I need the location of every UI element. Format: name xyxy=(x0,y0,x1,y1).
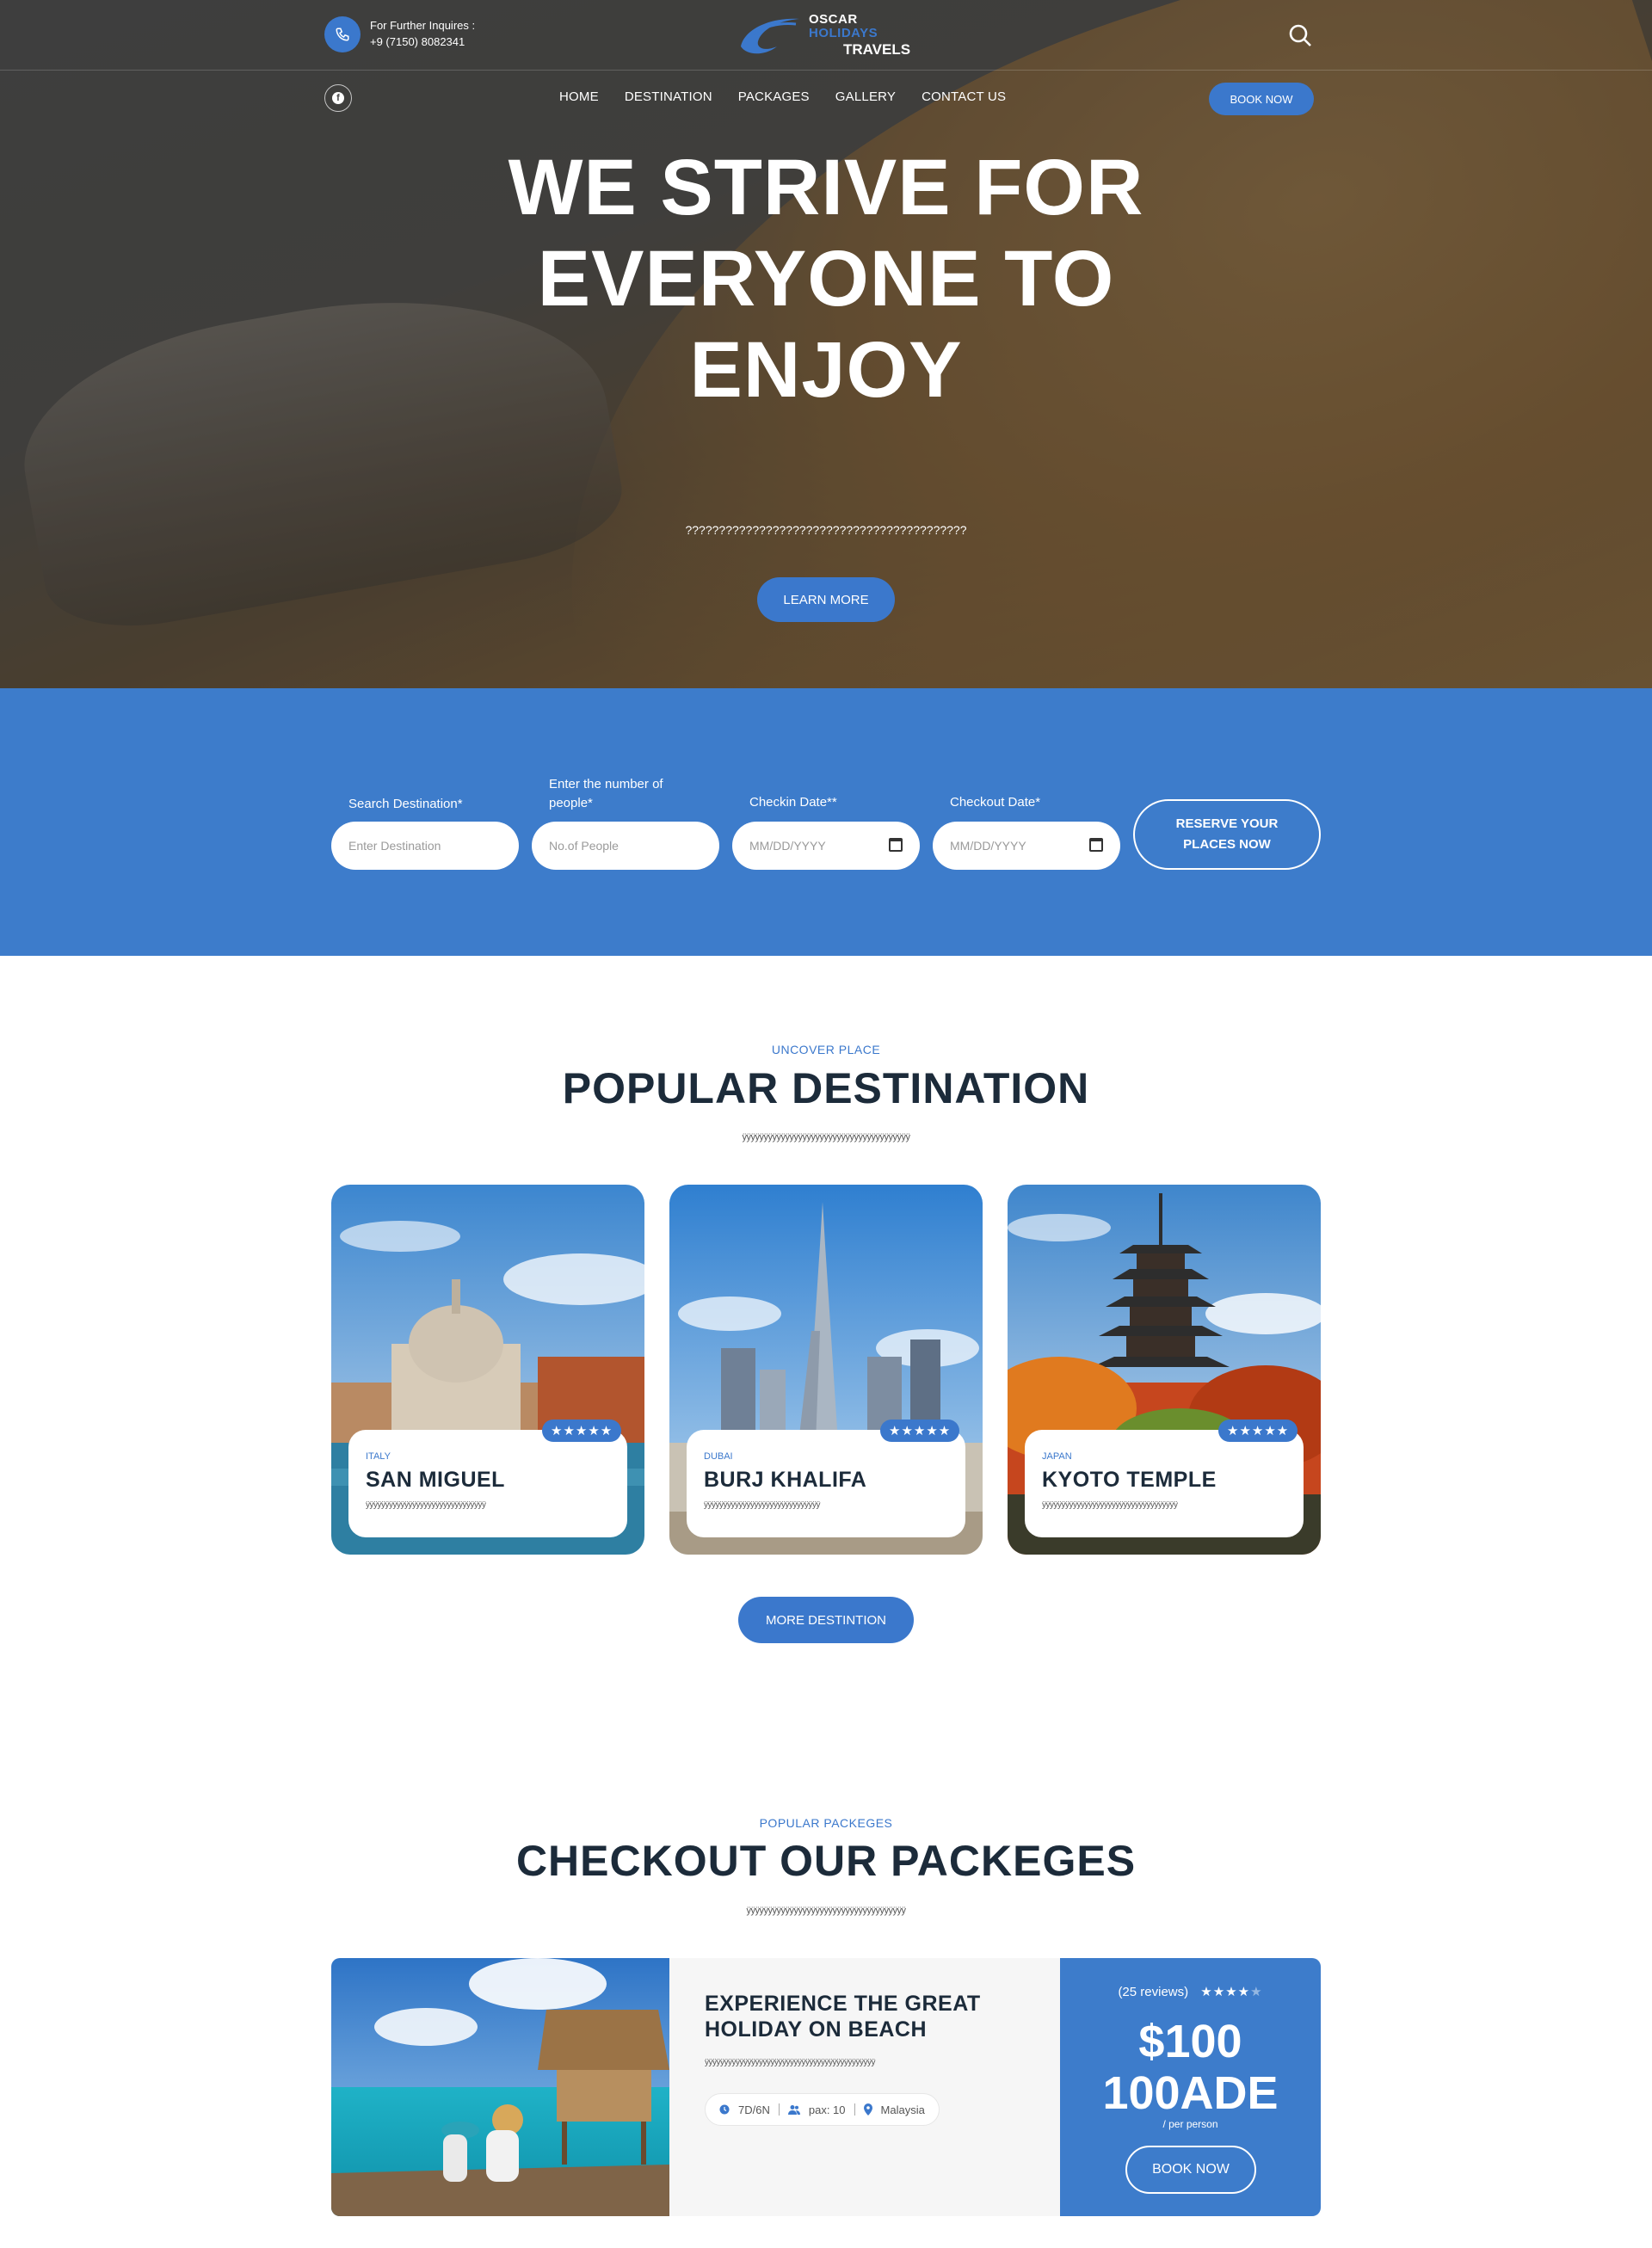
packages-eyebrow: POPULAR PACKEGES xyxy=(759,1816,893,1830)
rating-star-empty: ★ xyxy=(1250,1985,1263,1999)
location-pin-icon xyxy=(863,2103,872,2116)
hero-section: For Further Inquires : +9 (7150) 8082341… xyxy=(0,0,1652,688)
destination-country: JAPAN xyxy=(1042,1451,1072,1462)
destination-name: SAN MIGUEL xyxy=(366,1468,505,1492)
inquiry-phone[interactable]: +9 (7150) 8082341 xyxy=(370,35,465,48)
destination-card[interactable]: ★★★★★ JAPAN KYOTO TEMPLE ÿÿÿÿÿÿÿÿÿÿÿÿÿÿÿ… xyxy=(1008,1185,1321,1555)
booking-form: Search Destination* Enter Destination En… xyxy=(0,688,1652,956)
people-label: Enter the number of people* xyxy=(549,777,663,810)
rating-star: ★ xyxy=(1237,1985,1251,1999)
package-price-unit: / per person xyxy=(1162,2118,1218,2130)
destination-card-panel: ★★★★★ JAPAN KYOTO TEMPLE ÿÿÿÿÿÿÿÿÿÿÿÿÿÿÿ… xyxy=(1025,1420,1304,1537)
hero-subtitle: ????????????????????????????????????????… xyxy=(685,523,967,537)
package-review-count: (25 reviews) xyxy=(1118,1985,1189,1999)
package-location: Malaysia xyxy=(880,2103,925,2116)
people-input[interactable]: No.of People xyxy=(532,822,719,870)
hero-title: WE STRIVE FOR EVERYONE TO ENJOY xyxy=(508,144,1144,414)
calendar-icon[interactable] xyxy=(889,838,903,852)
destination-label: Search Destination* xyxy=(348,797,463,811)
logo-text-travels: TRAVELS xyxy=(843,41,911,58)
book-now-button[interactable]: BOOK NOW xyxy=(1209,83,1314,115)
rating-star: ★ xyxy=(1225,1985,1238,1999)
package-description: ÿÿÿÿÿÿÿÿÿÿÿÿÿÿÿÿÿÿÿÿÿÿÿÿÿÿÿÿÿÿÿÿÿÿÿÿÿÿÿÿ… xyxy=(705,2058,876,2067)
package-price-panel: (25 reviews) ★★★★★ $100 100ADE / per per… xyxy=(1060,1958,1321,2216)
packages-subtitle: ÿÿÿÿÿÿÿÿÿÿÿÿÿÿÿÿÿÿÿÿÿÿÿÿÿÿÿÿÿÿÿÿÿÿÿÿÿ xyxy=(746,1906,907,1916)
main-nav: HOME DESTINATION PACKAGES GALLERY CONTAC… xyxy=(559,89,1006,104)
inquiry-label: For Further Inquires : xyxy=(370,19,476,32)
nav-destination[interactable]: DESTINATION xyxy=(625,89,712,104)
package-price-line2: 100ADE xyxy=(1102,2067,1279,2119)
destination-description: ÿÿÿÿÿÿÿÿÿÿÿÿÿÿÿÿÿÿÿÿÿÿÿÿÿÿÿÿÿÿÿ xyxy=(366,1500,486,1510)
destination-name: BURJ KHALIFA xyxy=(704,1468,867,1492)
rating-stars: ★★★★★ xyxy=(1218,1420,1298,1442)
site-logo[interactable]: OSCAR HOLIDAYS TRAVELS xyxy=(736,9,911,62)
rating-stars: ★★★★★ xyxy=(880,1420,960,1442)
checkout-date-input[interactable]: MM/DD/YYYY xyxy=(933,822,1120,870)
reserve-button[interactable]: RESERVE YOUR PLACES NOW xyxy=(1133,799,1321,870)
logo-text-oscar: OSCAR xyxy=(809,12,858,27)
facebook-glyph: f xyxy=(332,92,344,104)
checkout-label: Checkout Date* xyxy=(950,795,1041,810)
nav-row: f HOME DESTINATION PACKAGES GALLERY CONT… xyxy=(0,77,1652,120)
destination-card[interactable]: ★★★★★ ITALY SAN MIGUEL ÿÿÿÿÿÿÿÿÿÿÿÿÿÿÿÿÿ… xyxy=(331,1185,644,1555)
checkout-placeholder: MM/DD/YYYY xyxy=(950,839,1026,853)
nav-contact-us[interactable]: CONTACT US xyxy=(922,89,1006,104)
package-image-beach xyxy=(331,1958,669,2216)
more-destination-button[interactable]: MORE DESTINTION xyxy=(738,1597,914,1643)
packages-title: CHECKOUT OUR PACKEGES xyxy=(515,1837,1137,1885)
destination-description: ÿÿÿÿÿÿÿÿÿÿÿÿÿÿÿÿÿÿÿÿÿÿÿÿÿÿÿÿÿÿ xyxy=(704,1500,821,1510)
checkin-placeholder: MM/DD/YYYY xyxy=(749,839,826,853)
rating-star: ★ xyxy=(1200,1985,1213,1999)
destination-country: ITALY xyxy=(366,1451,391,1462)
destination-card-panel: ★★★★★ ITALY SAN MIGUEL ÿÿÿÿÿÿÿÿÿÿÿÿÿÿÿÿÿ… xyxy=(348,1420,627,1537)
destination-name: KYOTO TEMPLE xyxy=(1042,1468,1217,1492)
meta-divider xyxy=(778,2103,780,2116)
rating-star: ★ xyxy=(1212,1985,1226,1999)
nav-gallery[interactable]: GALLERY xyxy=(835,89,896,104)
nav-packages[interactable]: PACKAGES xyxy=(738,89,810,104)
destination-card[interactable]: ★★★★★ DUBAI BURJ KHALIFA ÿÿÿÿÿÿÿÿÿÿÿÿÿÿÿ… xyxy=(669,1185,983,1555)
clock-icon xyxy=(719,2104,730,2115)
search-icon[interactable] xyxy=(1287,22,1313,48)
destinations-eyebrow: UNCOVER PLACE xyxy=(771,1043,881,1056)
learn-more-button[interactable]: LEARN MORE xyxy=(757,577,895,622)
package-price-line1: $100 xyxy=(1138,2016,1242,2067)
checkin-date-input[interactable]: MM/DD/YYYY xyxy=(732,822,920,870)
calendar-icon[interactable] xyxy=(1089,838,1103,852)
logo-text-holidays: HOLIDAYS xyxy=(809,26,878,40)
package-meta: 7D/6N pax: 10 Malaysia xyxy=(705,2093,940,2126)
package-pax: pax: 10 xyxy=(808,2103,846,2116)
destination-country: DUBAI xyxy=(704,1451,733,1462)
package-book-now-button[interactable]: BOOK NOW xyxy=(1125,2146,1256,2194)
destination-card-panel: ★★★★★ DUBAI BURJ KHALIFA ÿÿÿÿÿÿÿÿÿÿÿÿÿÿÿ… xyxy=(687,1420,965,1537)
package-reviews: (25 reviews) ★★★★★ xyxy=(1060,1984,1321,1999)
package-rating-stars: ★★★★★ xyxy=(1200,1985,1262,1999)
checkin-label: Checkin Date** xyxy=(749,795,837,810)
phone-icon[interactable] xyxy=(324,16,361,52)
rating-stars: ★★★★★ xyxy=(542,1420,622,1442)
facebook-icon[interactable]: f xyxy=(324,84,352,112)
package-title: EXPERIENCE THE GREAT HOLIDAY ON BEACH xyxy=(705,1992,981,2042)
destination-input[interactable]: Enter Destination xyxy=(331,822,519,870)
destinations-title: POPULAR DESTINATION xyxy=(562,1064,1090,1112)
logo-swoosh-icon xyxy=(741,18,799,54)
package-duration: 7D/6N xyxy=(738,2103,770,2116)
people-icon xyxy=(787,2105,800,2115)
top-bar: For Further Inquires : +9 (7150) 8082341… xyxy=(0,0,1652,71)
destination-description: ÿÿÿÿÿÿÿÿÿÿÿÿÿÿÿÿÿÿÿÿÿÿÿÿÿÿÿÿÿÿÿÿÿÿÿ xyxy=(1042,1500,1178,1510)
package-image xyxy=(331,1958,669,2216)
package-card[interactable]: EXPERIENCE THE GREAT HOLIDAY ON BEACH ÿÿ… xyxy=(331,1958,1321,2216)
page: For Further Inquires : +9 (7150) 8082341… xyxy=(0,0,1652,2248)
destinations-subtitle: ÿÿÿÿÿÿÿÿÿÿÿÿÿÿÿÿÿÿÿÿÿÿÿÿÿÿÿÿÿÿÿÿÿÿÿÿÿÿÿ xyxy=(742,1132,911,1142)
package-price: $100 100ADE xyxy=(1060,2016,1321,2119)
meta-divider xyxy=(854,2103,855,2116)
nav-home[interactable]: HOME xyxy=(559,89,599,104)
